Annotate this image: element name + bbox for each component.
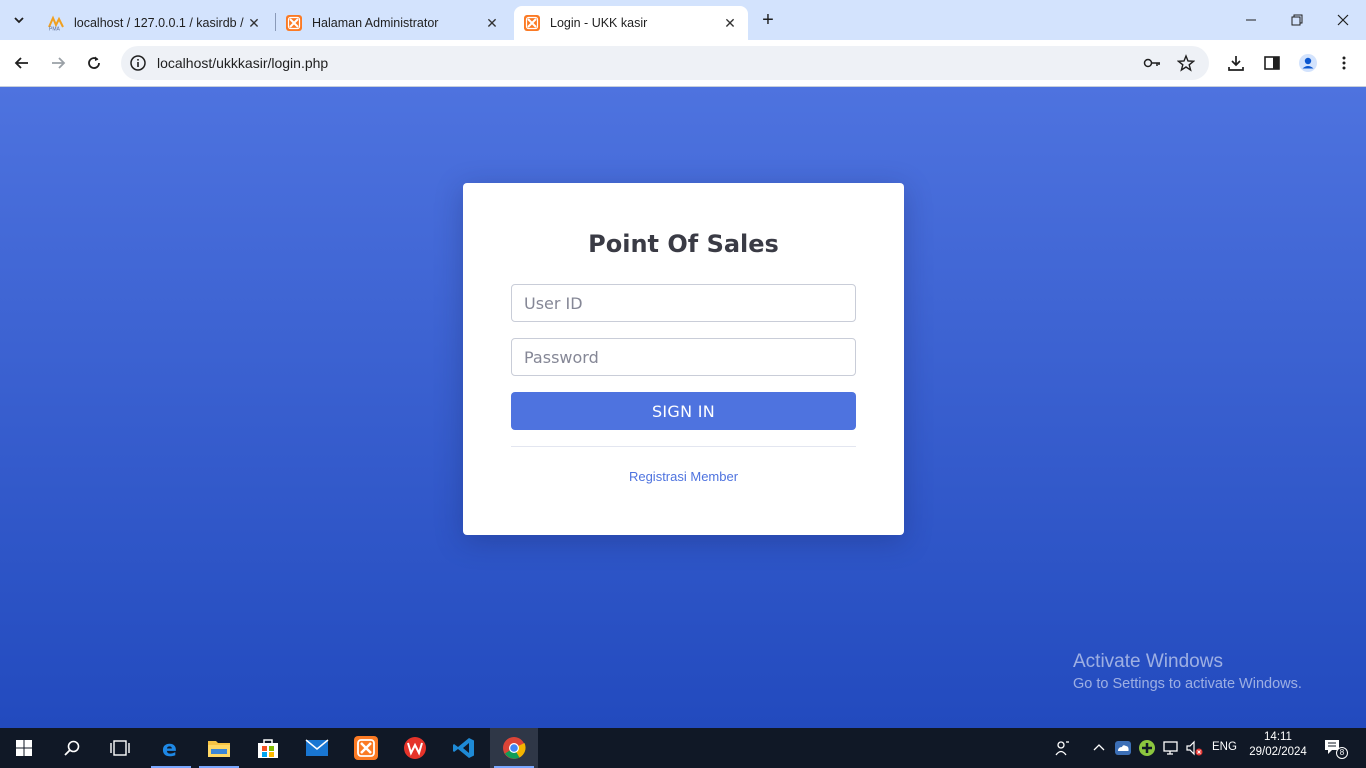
activate-windows-watermark: Activate Windows Go to Settings to activ…: [1073, 651, 1302, 692]
svg-text:e: e: [162, 737, 177, 760]
action-center-button[interactable]: 8: [1323, 738, 1348, 759]
vscode-app[interactable]: [440, 728, 488, 768]
reload-icon: [88, 56, 100, 69]
register-member-link[interactable]: Registrasi Member: [463, 469, 904, 484]
vscode-icon: [453, 738, 474, 758]
store-app[interactable]: [244, 728, 292, 768]
close-icon[interactable]: ✕: [722, 15, 738, 31]
profile-button[interactable]: [1296, 51, 1320, 75]
restore-icon: [1291, 14, 1303, 26]
divider: [511, 446, 856, 447]
key-icon[interactable]: [1143, 54, 1161, 72]
people-icon[interactable]: [1053, 738, 1073, 758]
xampp-icon: [354, 736, 378, 760]
close-icon: [1337, 14, 1349, 26]
language-indicator[interactable]: ENG: [1212, 741, 1237, 753]
xampp-icon: [286, 15, 302, 31]
downloads-button[interactable]: [1224, 51, 1248, 75]
chevron-up-icon[interactable]: [1089, 738, 1109, 758]
close-icon[interactable]: ✕: [246, 15, 262, 31]
minimize-icon: [1246, 19, 1256, 21]
task-view-button[interactable]: [96, 728, 144, 768]
close-window-button[interactable]: [1320, 0, 1366, 40]
clock-date: 29/02/2024: [1249, 746, 1307, 758]
watermark-subtitle: Go to Settings to activate Windows.: [1073, 676, 1302, 692]
file-explorer-app[interactable]: [195, 728, 243, 768]
network-icon[interactable]: [1161, 738, 1181, 758]
side-panel-icon: [1264, 56, 1280, 70]
signin-button[interactable]: SIGN IN: [511, 392, 856, 430]
svg-text:PMA: PMA: [49, 27, 61, 32]
browser-toolbar: localhost/ukkkasir/login.php: [0, 40, 1366, 87]
phpmyadmin-icon: PMA: [48, 15, 64, 31]
edge-icon: e: [162, 737, 177, 760]
search-icon: [64, 740, 80, 756]
star-icon[interactable]: [1177, 54, 1195, 72]
address-bar[interactable]: localhost/ukkkasir/login.php: [121, 46, 1209, 80]
tab-phpmyadmin[interactable]: PMA localhost / 127.0.0.1 / kasirdb / ✕: [38, 6, 272, 40]
url-text[interactable]: localhost/ukkkasir/login.php: [157, 55, 328, 71]
page-title: Point Of Sales: [588, 230, 779, 258]
mail-app[interactable]: [293, 728, 341, 768]
folder-icon: [208, 741, 230, 757]
close-icon[interactable]: ✕: [484, 15, 500, 31]
wps-office-app[interactable]: [391, 728, 439, 768]
wps-icon: [404, 737, 426, 759]
forward-button[interactable]: [46, 51, 70, 75]
chrome-app[interactable]: [490, 728, 538, 768]
reload-button[interactable]: [82, 51, 106, 75]
back-button[interactable]: [10, 51, 34, 75]
edge-app[interactable]: e: [147, 728, 195, 768]
arrow-right-icon: [52, 57, 66, 69]
watermark-title: Activate Windows: [1073, 651, 1223, 672]
clock-time: 14:11: [1264, 731, 1292, 743]
store-icon: [258, 739, 278, 758]
chrome-icon: [503, 737, 526, 759]
menu-button[interactable]: [1332, 51, 1356, 75]
search-button[interactable]: [48, 728, 96, 768]
tab-halaman-administrator[interactable]: Halaman Administrator ✕: [276, 6, 510, 40]
side-panel-button[interactable]: [1260, 51, 1284, 75]
tab-title: Login - UKK kasir: [550, 16, 648, 30]
download-icon: [1228, 56, 1244, 71]
mail-icon: [305, 739, 329, 756]
avatar-icon: [1299, 54, 1317, 72]
tab-title: localhost / 127.0.0.1 / kasirdb /: [74, 16, 244, 30]
clock[interactable]: 14:11 29/02/2024: [1247, 731, 1309, 758]
xampp-app[interactable]: [342, 728, 390, 768]
taskbar: e ENG 14:11 29/02/2024 8: [0, 728, 1366, 768]
minimize-button[interactable]: [1228, 0, 1274, 40]
userid-input[interactable]: [511, 284, 856, 322]
tab-title: Halaman Administrator: [312, 16, 439, 30]
task-view-icon: [110, 740, 130, 756]
volume-muted-icon[interactable]: [1184, 738, 1204, 758]
start-button[interactable]: [0, 728, 48, 768]
tab-login-ukk-kasir[interactable]: Login - UKK kasir ✕: [514, 6, 748, 40]
chevron-down-icon: [14, 17, 24, 24]
restore-button[interactable]: [1274, 0, 1320, 40]
arrow-left-icon: [14, 57, 28, 69]
tab-search-button[interactable]: [8, 9, 30, 31]
windows-icon: [16, 740, 32, 756]
shield-plus-icon[interactable]: [1137, 738, 1157, 758]
login-card: Point Of Sales SIGN IN Registrasi Member: [463, 183, 904, 535]
notification-badge: 8: [1336, 747, 1348, 759]
more-vert-icon: [1342, 56, 1346, 70]
onedrive-icon[interactable]: [1113, 738, 1133, 758]
info-icon[interactable]: [129, 54, 147, 72]
tab-strip: PMA localhost / 127.0.0.1 / kasirdb / ✕ …: [0, 0, 1366, 40]
new-tab-button[interactable]: +: [758, 9, 778, 31]
xampp-icon: [524, 15, 540, 31]
page-content: Point Of Sales SIGN IN Registrasi Member…: [0, 87, 1366, 728]
password-input[interactable]: [511, 338, 856, 376]
